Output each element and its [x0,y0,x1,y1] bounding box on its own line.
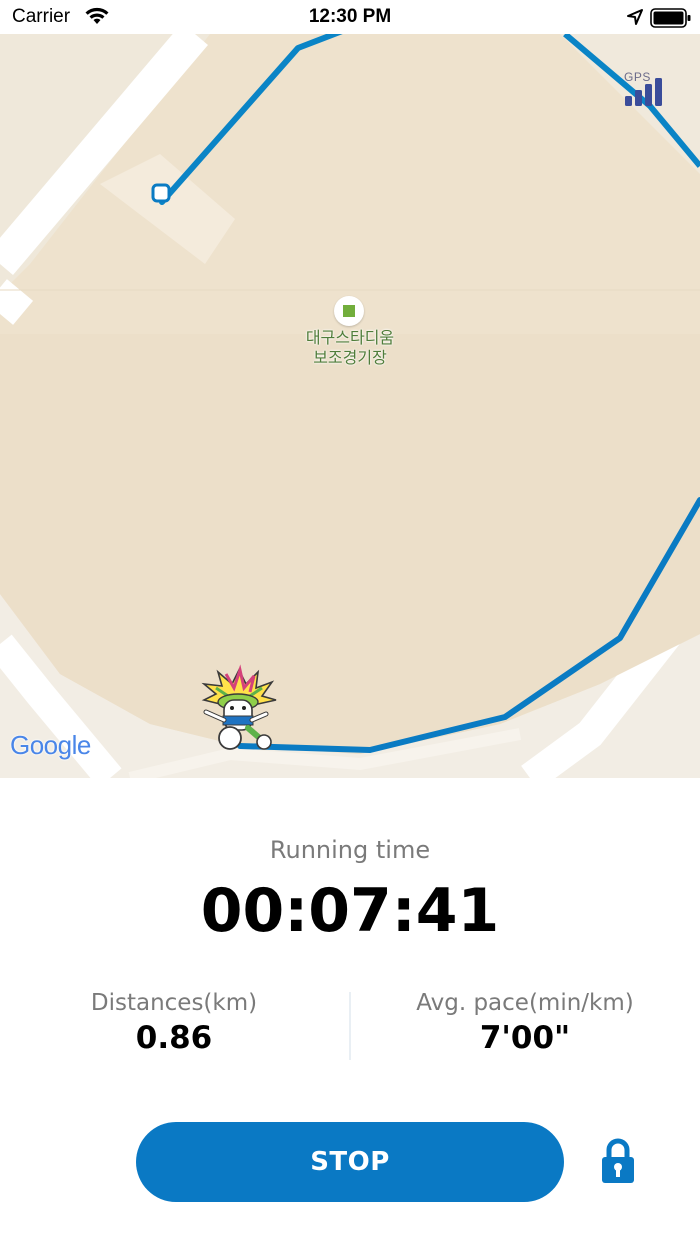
google-attribution-text: Google [10,730,91,760]
map-canvas [0,34,700,778]
route-start-marker [151,183,171,203]
pace-stat: Avg. pace(min/km) 7'00" [375,990,675,1056]
battery-icon [650,8,691,28]
clock-time: 12:30 PM [308,6,392,27]
google-attribution[interactable]: Google [10,730,91,761]
running-time-value: 00:07:41 [200,876,500,946]
poi-label-line2: 보조경기장 [313,348,387,367]
status-bar: Carrier 12:30 PM [0,0,700,34]
poi-label[interactable]: 대구스타디움 보조경기장 [250,328,450,368]
poi-label-line1: 대구스타디움 [305,328,395,347]
gps-signal-indicator: GPS [622,70,668,110]
distance-label: Distances(km) [90,990,258,1016]
location-arrow-icon [627,9,643,25]
poi-pin-icon[interactable] [334,296,364,326]
gps-signal-icon [625,78,662,106]
lock-icon[interactable] [598,1136,638,1186]
stop-button-label: STOP [310,1147,390,1177]
distance-value: 0.86 [135,1020,213,1056]
stop-button[interactable]: STOP [136,1122,564,1202]
distance-stat: Distances(km) 0.86 [24,990,324,1056]
runner-mascot-icon [201,664,277,750]
pace-value: 7'00" [479,1020,571,1056]
pace-label: Avg. pace(min/km) [416,990,634,1016]
route-map[interactable]: 대구스타디움 보조경기장 GPS Google [0,34,700,778]
running-time-label: Running time [269,836,431,864]
stats-divider [349,992,351,1060]
